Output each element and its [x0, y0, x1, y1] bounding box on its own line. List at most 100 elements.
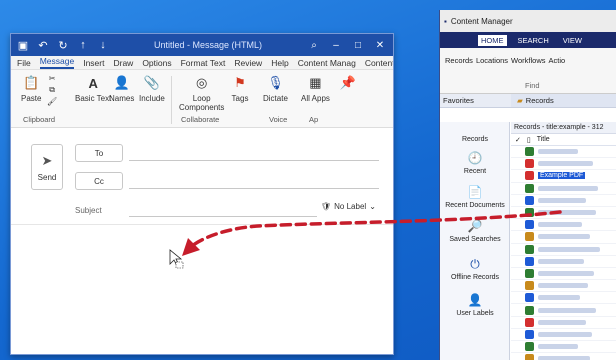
- sensitivity-label-dropdown[interactable]: 🛡 No Label ⌄: [321, 202, 376, 211]
- tab-file[interactable]: File: [17, 58, 31, 68]
- dictate-button[interactable]: 🎙 Dictate: [263, 74, 288, 103]
- names-button[interactable]: 👤 Names: [109, 74, 134, 103]
- loop-components-button[interactable]: ◎ Loop Components: [179, 74, 224, 112]
- cut-icon[interactable]: ✂: [49, 74, 56, 83]
- record-row[interactable]: [511, 280, 616, 293]
- minimize-icon[interactable]: –: [329, 40, 343, 51]
- tab-message[interactable]: Message: [39, 56, 75, 69]
- highlighted-record-title[interactable]: Example PDF: [538, 172, 586, 180]
- record-row[interactable]: [511, 292, 616, 305]
- outlook-message-window: ▣ ↶ ↻ ↑ ↓ Untitled - Message (HTML) ⌕ – …: [10, 33, 394, 355]
- cm-records-menu[interactable]: Records: [445, 56, 473, 65]
- tab-review[interactable]: Review: [234, 58, 262, 68]
- column-title[interactable]: Title: [537, 136, 550, 143]
- subject-field[interactable]: [129, 216, 317, 217]
- include-button[interactable]: 📎 Include: [139, 74, 165, 103]
- record-row[interactable]: [511, 207, 616, 220]
- cm-locations-menu[interactable]: Locations: [476, 56, 508, 65]
- favorite-user-labels-label: User Labels: [456, 310, 494, 317]
- record-row[interactable]: [511, 256, 616, 268]
- shield-icon: 🛡: [321, 202, 332, 211]
- paste-button[interactable]: 📋 Paste: [21, 74, 41, 103]
- record-row[interactable]: [511, 268, 616, 281]
- cm-app-icon: ▪: [444, 16, 447, 26]
- cm-tab-home[interactable]: HOME: [478, 34, 507, 46]
- search-icon[interactable]: ⌕: [307, 40, 321, 51]
- undo-icon[interactable]: ↶: [37, 39, 49, 52]
- favorite-recent-documents[interactable]: 📄 Recent Documents: [440, 184, 510, 209]
- tab-format-text[interactable]: Format Text: [181, 58, 226, 68]
- favorite-records[interactable]: Records: [440, 136, 510, 143]
- record-row[interactable]: [511, 341, 616, 354]
- record-row[interactable]: [511, 195, 616, 207]
- tab-insert[interactable]: Insert: [83, 58, 104, 68]
- cm-workflows-menu[interactable]: Workflows: [511, 56, 545, 65]
- record-row[interactable]: [511, 219, 616, 232]
- record-row[interactable]: [511, 244, 616, 256]
- favorite-user-labels[interactable]: 👤 User Labels: [440, 292, 510, 317]
- favorite-offline-records[interactable]: ⏻ Offline Records: [440, 256, 510, 282]
- pin-icon: 📌: [339, 75, 357, 90]
- folder-icon: ▰: [517, 96, 523, 105]
- send-icon: ➤: [41, 152, 53, 168]
- close-icon[interactable]: ✕: [373, 40, 387, 51]
- select-column-icon[interactable]: ✓: [515, 136, 521, 144]
- outlook-window-title: Untitled - Message (HTML): [153, 40, 263, 50]
- tab-draw[interactable]: Draw: [113, 58, 133, 68]
- basic-text-button[interactable]: A Basic Text: [75, 74, 111, 104]
- outlook-ribbon-tabs: File Message Insert Draw Options Format …: [11, 56, 393, 70]
- all-apps-button[interactable]: ▦ All Apps: [301, 74, 330, 103]
- record-row[interactable]: [511, 158, 616, 171]
- favorite-saved-searches[interactable]: 🔎 Saved Searches: [440, 218, 510, 243]
- flag-icon: ⚑: [234, 75, 246, 90]
- cm-actions-menu[interactable]: Actio: [549, 56, 566, 65]
- record-row[interactable]: [511, 329, 616, 341]
- group-label-voice: Voice: [269, 115, 288, 124]
- tab-help[interactable]: Help: [271, 58, 288, 68]
- record-row[interactable]: [511, 317, 616, 329]
- record-row[interactable]: [511, 231, 616, 244]
- cc-button[interactable]: Cc: [75, 172, 123, 190]
- favorites-header: Favorites: [443, 96, 474, 105]
- cc-field[interactable]: [129, 188, 379, 189]
- to-button[interactable]: To: [75, 144, 123, 162]
- records-list: Example PDF: [511, 146, 616, 360]
- apps-grid-icon: ▦: [309, 75, 322, 90]
- record-row[interactable]: Example PDF: [511, 170, 616, 183]
- all-apps-label: All Apps: [301, 94, 330, 103]
- tab-content-manager-1[interactable]: Content Manag: [298, 58, 356, 68]
- cm-tab-view[interactable]: VIEW: [560, 35, 585, 46]
- power-icon: ⏻: [470, 256, 480, 271]
- cm-ribbon: Records Locations Workflows Actio Find: [440, 48, 616, 94]
- cm-ribbon-row: Records Locations Workflows Actio: [445, 56, 565, 65]
- tags-button[interactable]: ⚑ Tags: [231, 74, 249, 103]
- paperclip-icon: 📎: [143, 75, 160, 90]
- clock-icon: 🕘: [467, 151, 483, 165]
- record-row[interactable]: [511, 183, 616, 195]
- format-painter-icon[interactable]: 🖌: [47, 97, 57, 106]
- down-arrow-icon[interactable]: ↓: [97, 39, 109, 51]
- record-row[interactable]: [511, 146, 616, 159]
- favorites-pane: Records 🕘 Recent 📄 Recent Documents 🔎 Sa…: [440, 122, 510, 360]
- record-row[interactable]: [511, 353, 616, 360]
- cm-tab-search[interactable]: SEARCH: [515, 35, 552, 46]
- group-label-collaborate: Collaborate: [181, 115, 220, 124]
- send-button[interactable]: ➤ Send: [31, 144, 63, 190]
- copy-icon[interactable]: ⧉: [49, 85, 55, 95]
- tab-options[interactable]: Options: [142, 58, 171, 68]
- favorite-recent[interactable]: 🕘 Recent: [440, 150, 510, 175]
- content-manager-addin-button[interactable]: 📌: [339, 74, 357, 94]
- up-arrow-icon[interactable]: ↑: [77, 39, 89, 51]
- maximize-icon[interactable]: □: [351, 40, 365, 51]
- compose-pane: ➤ Send To Cc Subject 🛡 No Label ⌄: [11, 130, 393, 354]
- records-header[interactable]: ▰ Records: [511, 94, 616, 107]
- cm-window-title: Content Manager: [450, 16, 513, 26]
- to-field[interactable]: [129, 160, 379, 161]
- favorite-offline-records-label: Offline Records: [450, 274, 500, 281]
- content-manager-window: ▪ Content Manager HOME SEARCH VIEW Recor…: [439, 10, 616, 360]
- record-row[interactable]: [511, 304, 616, 317]
- message-body[interactable]: [11, 224, 393, 354]
- save-icon[interactable]: ▣: [17, 39, 29, 52]
- redo-icon[interactable]: ↻: [57, 39, 69, 52]
- tab-content-manager-2[interactable]: Content Manag: [365, 58, 393, 68]
